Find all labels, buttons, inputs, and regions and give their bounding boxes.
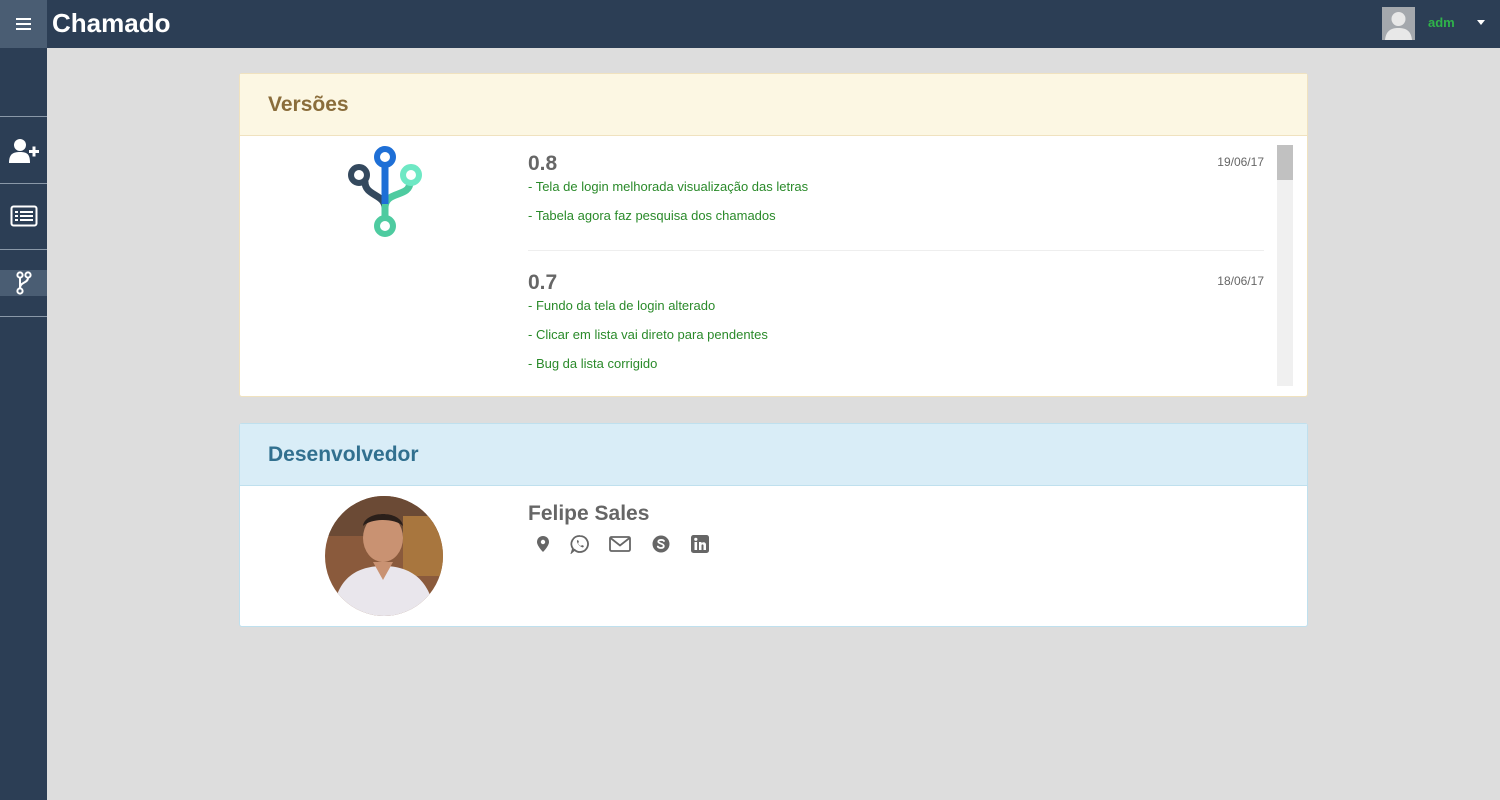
top-navbar: Chamado adm	[0, 0, 1500, 48]
version-number: 0.8	[528, 152, 558, 175]
skype-icon[interactable]	[650, 533, 672, 555]
linkedin-icon[interactable]	[689, 533, 711, 555]
add-user-icon	[8, 139, 39, 163]
email-icon[interactable]	[609, 533, 631, 555]
caret-down-icon[interactable]	[1477, 20, 1485, 25]
sidebar-divider	[0, 249, 47, 250]
versions-list: 0.8 19/06/17 - Tela de login melhorada v…	[528, 146, 1264, 388]
versions-panel-title: Versões	[268, 93, 349, 116]
developer-panel: Desenvolvedor Felipe Sales	[239, 423, 1308, 627]
developer-panel-heading: Desenvolvedor	[240, 424, 1307, 486]
git-branch-logo-icon	[348, 146, 422, 237]
user-avatar-icon[interactable]	[1382, 7, 1415, 40]
developer-name: Felipe Sales	[528, 502, 650, 525]
sidebar-item-list[interactable]	[0, 203, 47, 229]
sidebar-item-new-user[interactable]	[0, 138, 47, 164]
menu-toggle-button[interactable]	[0, 0, 47, 48]
list-icon	[10, 205, 37, 227]
developer-photo	[325, 496, 443, 616]
versions-panel-heading: Versões	[240, 74, 1307, 136]
sidebar-divider	[0, 116, 47, 117]
version-divider	[528, 250, 1264, 251]
scrollbar-thumb[interactable]	[1277, 145, 1293, 180]
whatsapp-icon[interactable]	[569, 533, 591, 555]
version-change-item: - Clicar em lista vai direto para penden…	[528, 327, 768, 342]
version-number: 0.7	[528, 271, 558, 294]
map-marker-icon[interactable]	[532, 533, 554, 555]
versions-scrollbar[interactable]	[1277, 145, 1293, 386]
version-date: 18/06/17	[1217, 274, 1264, 288]
sidebar-item-versions[interactable]	[0, 270, 47, 296]
version-change-item: - Tela de login melhorada visualização d…	[528, 179, 809, 194]
app-title[interactable]: Chamado	[52, 8, 170, 38]
version-date: 19/06/17	[1217, 155, 1264, 169]
version-change-item: - Bug da lista corrigido	[528, 356, 658, 371]
developer-panel-title: Desenvolvedor	[268, 443, 419, 466]
menu-icon	[16, 18, 31, 30]
version-change-item: - Fundo da tela de login alterado	[528, 298, 716, 313]
sidebar-divider	[0, 183, 47, 184]
code-branch-icon	[15, 271, 32, 295]
version-change-item: - Tabela agora faz pesquisa dos chamados	[528, 208, 776, 223]
user-name[interactable]: adm	[1428, 15, 1455, 30]
versions-panel: Versões 0.8 19/06/17 - Tela de login mel…	[239, 73, 1308, 397]
user-menu[interactable]: adm	[1375, 0, 1500, 48]
sidebar-divider	[0, 316, 47, 317]
sidebar	[0, 48, 47, 800]
